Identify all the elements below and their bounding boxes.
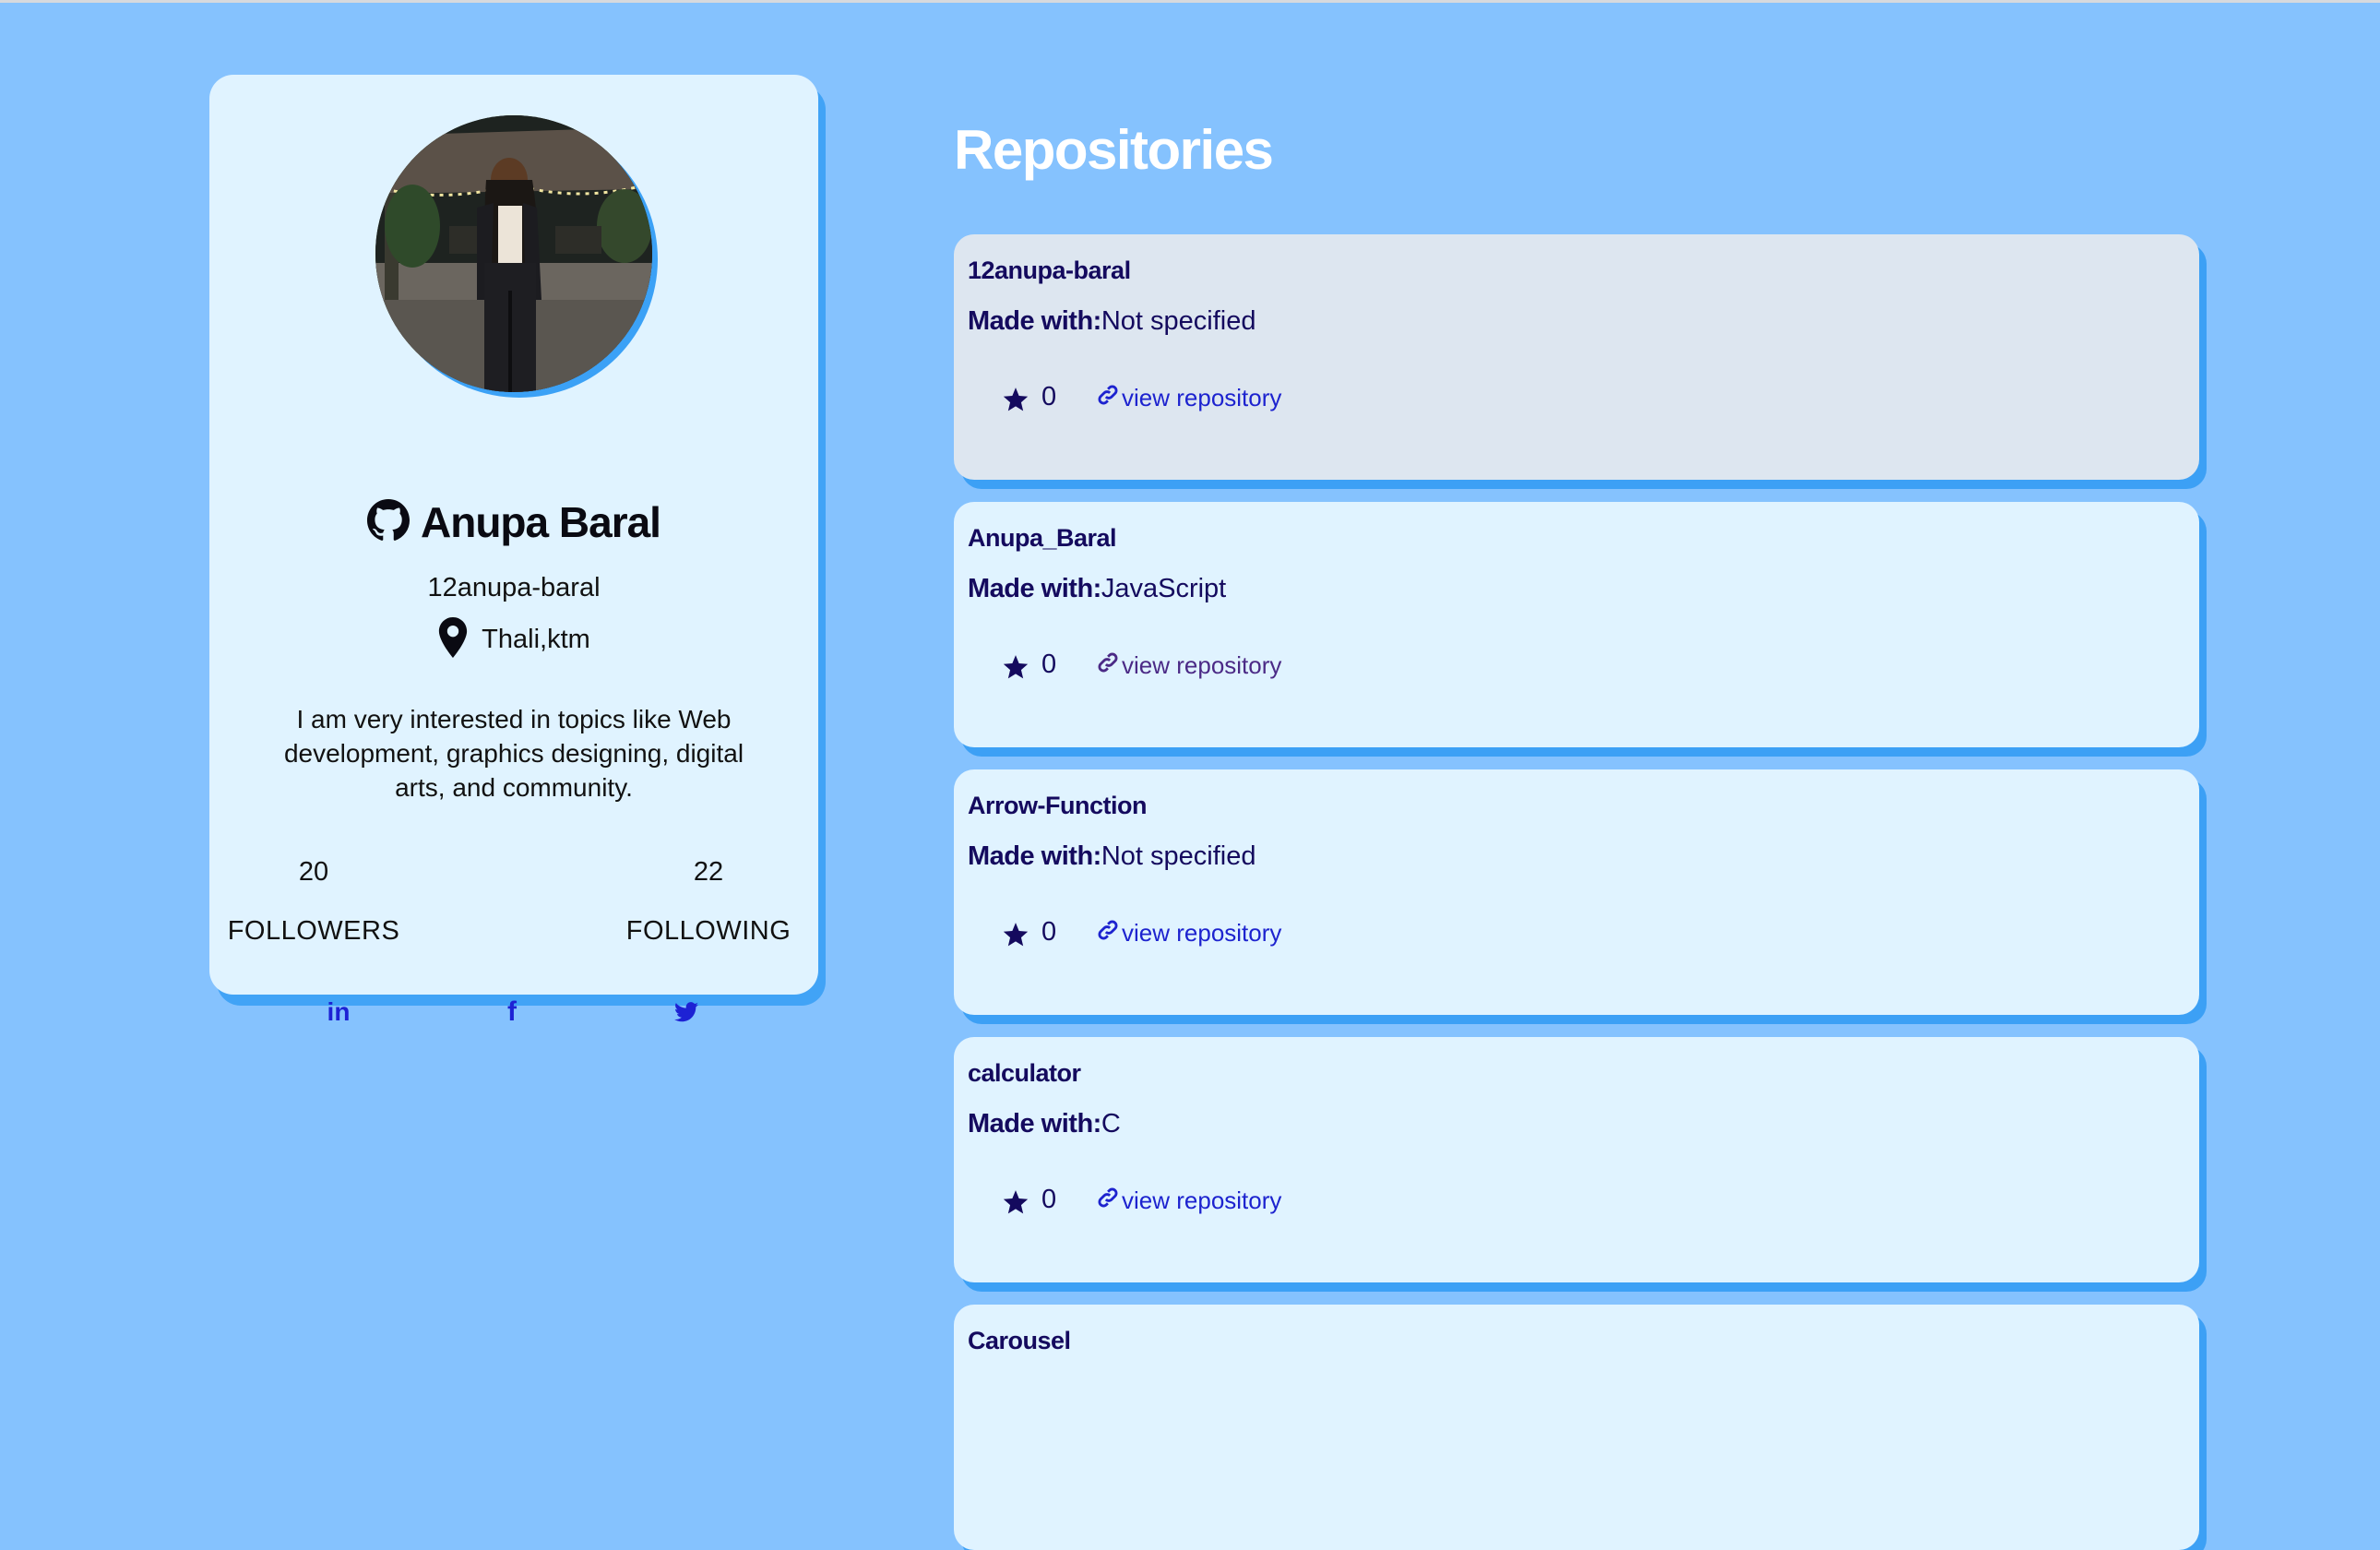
profile-location-row: Thali,ktm bbox=[209, 617, 818, 662]
profile-name-row: Anupa Baral bbox=[209, 497, 818, 547]
star-count: 0 bbox=[1041, 1185, 1057, 1214]
location-pin-icon bbox=[437, 617, 469, 662]
made-with-label: Made with: bbox=[968, 574, 1101, 603]
view-repository-link[interactable]: view repository bbox=[1096, 650, 1281, 681]
facebook-icon[interactable]: f bbox=[494, 994, 530, 1031]
followers-label: FOLLOWERS bbox=[227, 916, 400, 946]
profile-card: Anupa Baral 12anupa-baral Thali,ktm I am… bbox=[209, 75, 818, 1027]
followers-count: 20 bbox=[298, 857, 329, 887]
link-icon bbox=[1096, 650, 1120, 681]
star-count: 0 bbox=[1041, 917, 1057, 947]
repo-language: Made with:Not specified bbox=[968, 841, 1256, 872]
repo-language-value: Not specified bbox=[1101, 841, 1256, 871]
view-repository-label: view repository bbox=[1122, 1186, 1282, 1214]
view-repository-label: view repository bbox=[1122, 919, 1282, 947]
repo-name: Carousel bbox=[968, 1327, 1071, 1354]
star-icon bbox=[1003, 923, 1029, 948]
profile-bio: I am very interested in topics like Web … bbox=[283, 705, 744, 802]
repo-language-value: Not specified bbox=[1101, 306, 1256, 336]
view-repository-link[interactable]: view repository bbox=[1096, 383, 1281, 413]
following-stat: 22 FOLLOWING bbox=[607, 857, 810, 947]
following-label: FOLLOWING bbox=[625, 916, 791, 946]
made-with-label: Made with: bbox=[968, 1109, 1101, 1139]
top-divider bbox=[0, 0, 2380, 3]
repo-card: Carousel bbox=[954, 1305, 2199, 1550]
avatar bbox=[375, 115, 652, 392]
profile-location: Thali,ktm bbox=[482, 625, 590, 654]
github-icon bbox=[367, 498, 411, 546]
repo-card: Arrow-Function Made with:Not specified 0… bbox=[954, 769, 2199, 1015]
repo-name: Arrow-Function bbox=[968, 792, 1147, 819]
linkedin-icon[interactable]: in bbox=[320, 994, 357, 1031]
repo-card: calculator Made with:C 0 view repository bbox=[954, 1037, 2199, 1282]
view-repository-link[interactable]: view repository bbox=[1096, 918, 1281, 948]
star-icon bbox=[1003, 655, 1029, 680]
star-count: 0 bbox=[1041, 382, 1057, 411]
repo-language: Made with:C bbox=[968, 1109, 1121, 1139]
star-count: 0 bbox=[1041, 650, 1057, 679]
repositories-heading: Repositories bbox=[954, 119, 1274, 181]
profile-username: 12anupa-baral bbox=[427, 573, 601, 602]
view-repository-link[interactable]: view repository bbox=[1096, 1186, 1281, 1216]
twitter-icon[interactable] bbox=[668, 994, 705, 1031]
repo-language-value: JavaScript bbox=[1101, 574, 1227, 603]
repo-card: 12anupa-baral Made with:Not specified 0 … bbox=[954, 234, 2199, 480]
followers-stat: 20 FOLLOWERS bbox=[212, 857, 415, 947]
made-with-label: Made with: bbox=[968, 841, 1101, 871]
view-repository-label: view repository bbox=[1122, 384, 1282, 411]
avatar-container bbox=[375, 115, 658, 401]
link-icon bbox=[1096, 918, 1120, 948]
profile-name: Anupa Baral bbox=[421, 498, 661, 546]
link-icon bbox=[1096, 383, 1120, 413]
link-icon bbox=[1096, 1186, 1120, 1216]
following-count: 22 bbox=[693, 857, 724, 887]
view-repository-label: view repository bbox=[1122, 651, 1282, 679]
star-icon bbox=[1003, 388, 1029, 412]
star-icon bbox=[1003, 1190, 1029, 1215]
repo-language: Made with:JavaScript bbox=[968, 574, 1226, 604]
made-with-label: Made with: bbox=[968, 306, 1101, 336]
repo-card: Anupa_Baral Made with:JavaScript 0 view … bbox=[954, 502, 2199, 747]
repo-name: Anupa_Baral bbox=[968, 524, 1117, 552]
repo-language-value: C bbox=[1101, 1109, 1121, 1139]
repo-language: Made with:Not specified bbox=[968, 306, 1256, 337]
repo-name: 12anupa-baral bbox=[968, 256, 1131, 284]
repo-name: calculator bbox=[968, 1059, 1081, 1087]
